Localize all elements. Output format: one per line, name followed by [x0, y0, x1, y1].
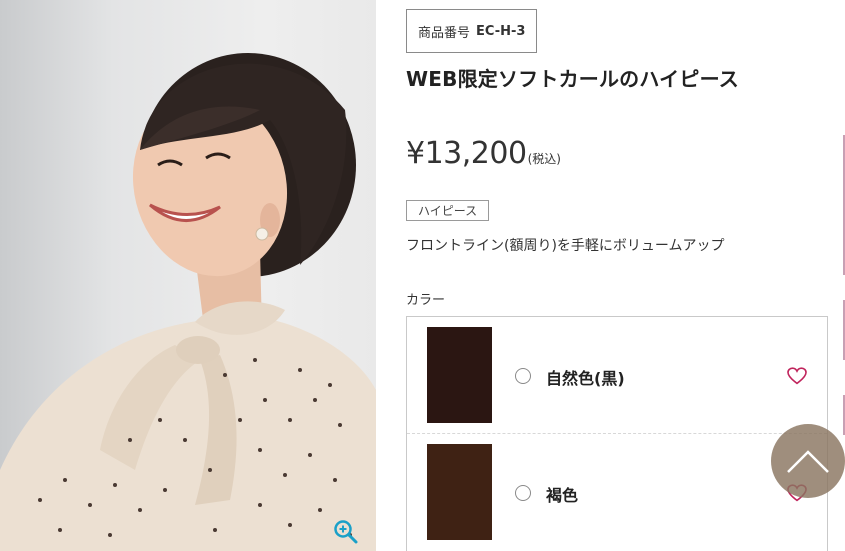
- color-swatch: [427, 327, 492, 423]
- color-section-label: カラー: [406, 293, 446, 308]
- color-swatch: [427, 444, 492, 540]
- product-title: WEB限定ソフトカールのハイピース: [406, 67, 739, 91]
- item-code-box: 商品番号 EC-H-3: [406, 9, 537, 53]
- zoom-in-icon: [334, 520, 358, 544]
- color-name: 自然色(黒): [546, 369, 625, 388]
- item-code-value: EC-H-3: [476, 23, 526, 39]
- color-option-brown[interactable]: 褐色: [407, 434, 827, 551]
- color-options-list: 自然色(黒) 褐色: [406, 316, 828, 551]
- zoom-button[interactable]: [332, 518, 360, 546]
- scroll-to-top-button[interactable]: [771, 424, 845, 498]
- product-description: フロントライン(額周り)を手軽にボリュームアップ: [406, 238, 725, 254]
- color-option-natural-black[interactable]: 自然色(黒): [407, 317, 827, 434]
- color-name: 褐色: [546, 486, 579, 505]
- price: ¥13,200: [406, 136, 527, 171]
- category-tag[interactable]: ハイピース: [406, 200, 490, 221]
- model-portrait: [0, 53, 376, 551]
- chevron-up-icon: [787, 450, 829, 473]
- heart-outline-icon[interactable]: [787, 367, 807, 385]
- color-radio[interactable]: [515, 485, 531, 501]
- tax-note: (税込): [527, 152, 561, 166]
- item-code-label: 商品番号: [418, 25, 471, 41]
- price-row: ¥13,200 (税込): [406, 136, 561, 171]
- product-image[interactable]: [0, 0, 376, 551]
- color-radio[interactable]: [515, 368, 531, 384]
